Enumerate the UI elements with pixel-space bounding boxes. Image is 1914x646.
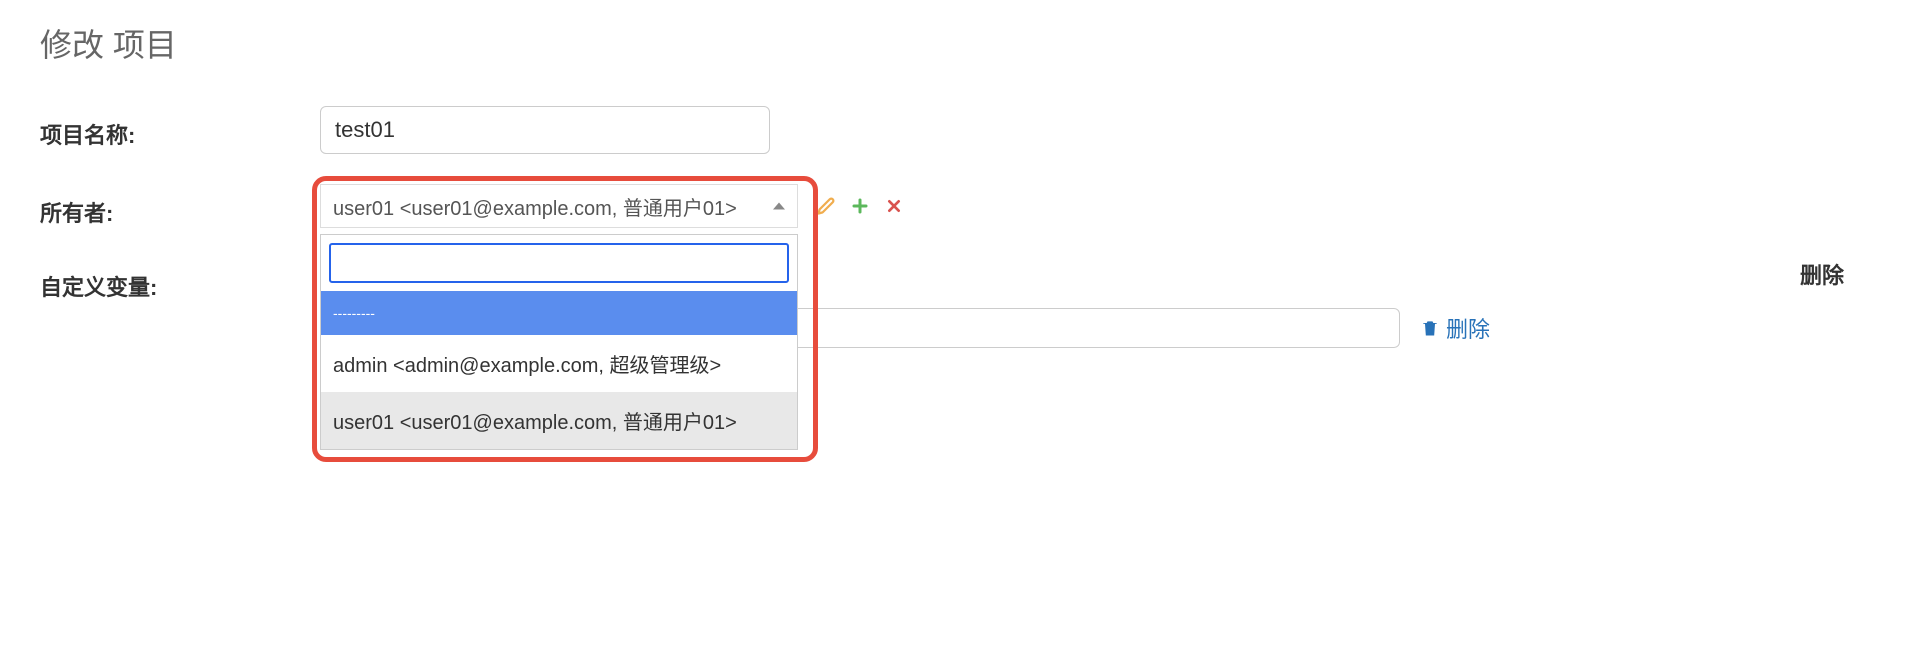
add-icon[interactable] [850, 196, 870, 216]
owner-selected-value: user01 <user01@example.com, 普通用户01> [333, 192, 737, 221]
custom-var-label: 自定义变量: [40, 258, 320, 302]
owner-option-empty[interactable]: --------- [321, 291, 797, 335]
page-title: 修改 项目 [40, 20, 1874, 66]
owner-option-admin[interactable]: admin <admin@example.com, 超级管理级> [321, 335, 797, 392]
owner-label: 所有者: [40, 184, 320, 228]
project-name-input[interactable] [320, 106, 770, 154]
owner-option-user01[interactable]: user01 <user01@example.com, 普通用户01> [321, 392, 797, 449]
remove-icon[interactable] [884, 196, 904, 216]
owner-search-input[interactable] [329, 243, 789, 283]
owner-row: 所有者: user01 <user01@example.com, 普通用户01>… [40, 184, 1874, 228]
chevron-up-icon [773, 203, 785, 210]
delete-button[interactable]: 删除 [1420, 312, 1490, 344]
custom-var-row: 自定义变量: 删除 删除 请使用yml格式来设置服务器变量。 [40, 258, 1874, 380]
project-name-label: 项目名称: [40, 106, 320, 150]
owner-action-icons [816, 196, 904, 216]
owner-select[interactable]: user01 <user01@example.com, 普通用户01> [320, 184, 798, 228]
trash-icon [1420, 318, 1440, 338]
owner-select-area: user01 <user01@example.com, 普通用户01> ----… [320, 184, 798, 228]
delete-link-label: 删除 [1446, 312, 1490, 344]
edit-icon[interactable] [816, 196, 836, 216]
project-name-row: 项目名称: [40, 106, 1874, 154]
owner-dropdown: --------- admin <admin@example.com, 超级管理… [320, 234, 798, 450]
